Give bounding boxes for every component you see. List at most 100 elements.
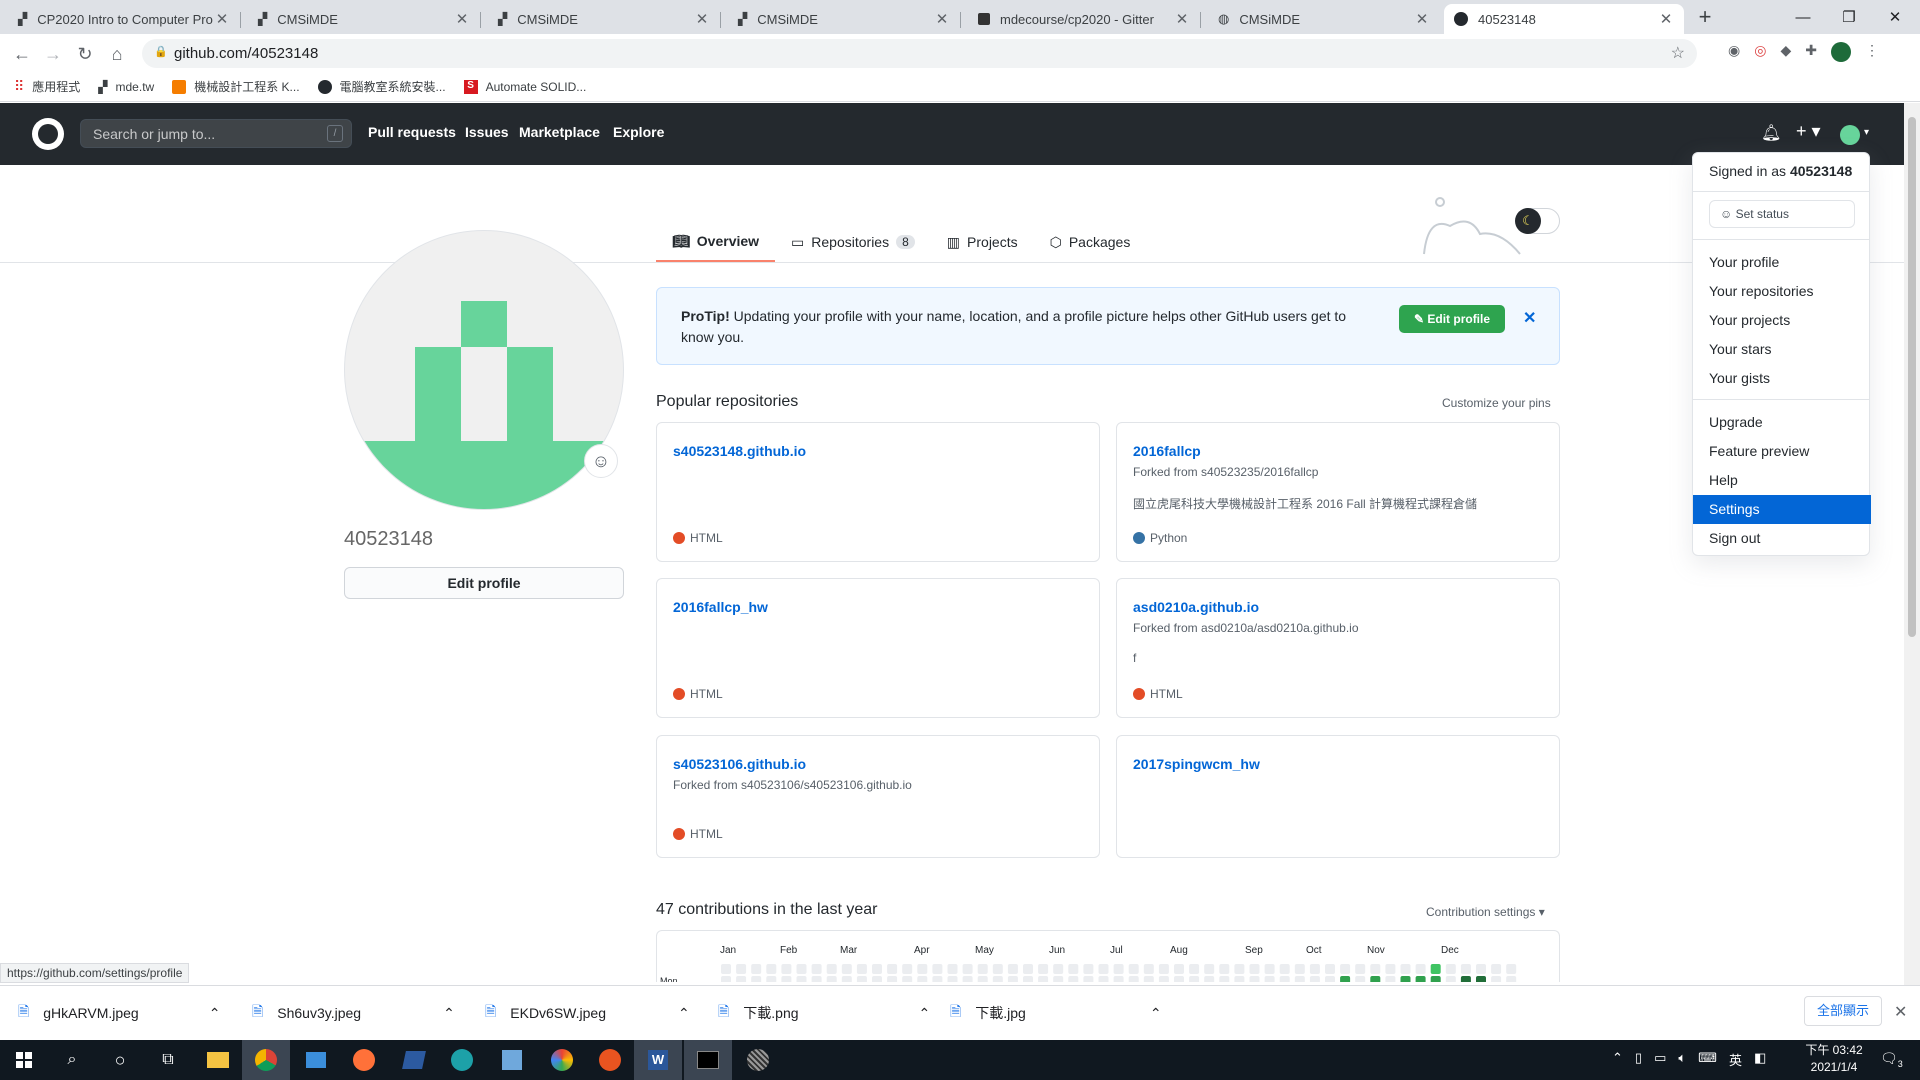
contribution-cell[interactable] (992, 976, 1003, 982)
new-tab-button[interactable]: + (1692, 4, 1718, 30)
contribution-cell[interactable] (917, 964, 928, 974)
back-button[interactable]: ← (10, 42, 34, 66)
contribution-cell[interactable] (1068, 964, 1079, 974)
windows-start-icon[interactable] (0, 1040, 48, 1080)
contribution-cell[interactable] (1143, 976, 1154, 982)
reload-button[interactable]: ↻ (73, 42, 97, 66)
contribution-cell[interactable] (1460, 976, 1471, 982)
contribution-cell[interactable] (1113, 976, 1124, 982)
tab-close-icon[interactable]: ✕ (1414, 10, 1430, 28)
download-item[interactable]: 🗎︎ EKDv6SW.jpeg ⌃ (485, 988, 690, 1038)
contribution-cell[interactable] (781, 964, 792, 974)
nav-explore[interactable]: Explore (613, 124, 664, 140)
contribution-cell[interactable] (1083, 964, 1094, 974)
menu-feature-preview[interactable]: Feature preview (1693, 437, 1871, 466)
bookmark-item[interactable]: 機械設計工程系 K... (172, 78, 300, 95)
contribution-cell[interactable] (736, 976, 747, 982)
customize-pins-link[interactable]: Customize your pins (1442, 396, 1551, 410)
contribution-cell[interactable] (1158, 964, 1169, 974)
show-all-downloads-button[interactable]: 全部顯示 (1804, 996, 1882, 1026)
repo-link[interactable]: 2016fallcp (1133, 443, 1201, 459)
volume-icon[interactable]: 🔈︎ (1678, 1050, 1686, 1069)
maximize-button[interactable]: ❐ (1826, 0, 1872, 34)
contribution-cell[interactable] (962, 976, 973, 982)
ime-mode-icon[interactable]: ◧ (1754, 1050, 1766, 1069)
tab-packages[interactable]: ⬡ Packages (1034, 222, 1147, 262)
repo-link[interactable]: s40523106.github.io (673, 756, 806, 772)
contribution-cell[interactable] (1249, 976, 1260, 982)
bell-icon[interactable]: 🔔︎ (1761, 123, 1781, 143)
contribution-cell[interactable] (1053, 976, 1064, 982)
menu-your-projects[interactable]: Your projects (1693, 306, 1871, 335)
contribution-cell[interactable] (917, 976, 928, 982)
menu-help[interactable]: Help (1693, 466, 1871, 495)
nav-issues[interactable]: Issues (465, 124, 509, 140)
contribution-cell[interactable] (1415, 964, 1426, 974)
contribution-cell[interactable] (902, 964, 913, 974)
chevron-up-icon[interactable]: ⌃ (678, 1005, 690, 1022)
contribution-cell[interactable] (1158, 976, 1169, 982)
close-icon[interactable]: ✕ (1894, 1002, 1907, 1022)
repo-link[interactable]: 2017spingwcm_hw (1133, 756, 1260, 772)
firefox-icon[interactable] (340, 1040, 388, 1080)
chevron-up-icon[interactable]: ⌃ (1612, 1050, 1623, 1069)
minimize-button[interactable]: — (1780, 0, 1826, 34)
contribution-cell[interactable] (1476, 964, 1486, 974)
bookmark-item[interactable]: ▞ mde.tw (98, 80, 154, 94)
close-icon[interactable]: ✕ (1523, 308, 1536, 328)
contribution-cell[interactable] (1264, 976, 1275, 982)
contribution-cell[interactable] (1023, 976, 1033, 982)
contribution-cell[interactable] (1053, 964, 1064, 974)
contribution-cell[interactable] (1038, 976, 1049, 982)
contribution-cell[interactable] (977, 976, 988, 982)
menu-settings[interactable]: Settings (1693, 495, 1871, 524)
contribution-cell[interactable] (1385, 964, 1396, 974)
scrollbar-thumb[interactable] (1908, 117, 1916, 637)
contribution-cell[interactable] (1385, 976, 1396, 982)
contribution-cell[interactable] (902, 976, 913, 982)
contribution-cell[interactable] (1007, 964, 1018, 974)
contribution-cell[interactable] (992, 964, 1003, 974)
ubuntu-icon[interactable] (586, 1040, 634, 1080)
contribution-cell[interactable] (1007, 976, 1018, 982)
contribution-cell[interactable] (811, 976, 822, 982)
contribution-cell[interactable] (1249, 964, 1260, 974)
cortana-icon[interactable]: ○ (96, 1040, 144, 1080)
bookmark-item[interactable]: S Automate SOLID... (463, 79, 586, 94)
close-window-button[interactable]: ✕ (1872, 0, 1918, 34)
contribution-cell[interactable] (1340, 976, 1351, 982)
browser-tab[interactable]: ▞ CMSiMDE ✕ (728, 4, 960, 34)
app-icon[interactable] (488, 1040, 536, 1080)
contribution-cell[interactable] (1445, 976, 1456, 982)
contribution-cell[interactable] (781, 976, 792, 982)
contribution-cell[interactable] (1279, 976, 1290, 982)
menu-sign-out[interactable]: Sign out (1693, 524, 1871, 553)
search-icon[interactable]: ⌕ (48, 1040, 96, 1080)
contribution-cell[interactable] (932, 976, 943, 982)
contribution-cell[interactable] (736, 964, 747, 974)
contribution-cell[interactable] (721, 964, 731, 974)
contribution-cell[interactable] (947, 976, 958, 982)
tab-repositories[interactable]: ▭ Repositories 8 (775, 222, 931, 262)
contribution-cell[interactable] (977, 964, 988, 974)
menu-upgrade[interactable]: Upgrade (1693, 408, 1871, 437)
repo-link[interactable]: s40523148.github.io (673, 443, 806, 459)
chevron-up-icon[interactable]: ⌃ (443, 1005, 455, 1022)
contribution-cell[interactable] (1294, 976, 1305, 982)
protip-edit-profile-button[interactable]: ✎ Edit profile (1399, 305, 1505, 333)
page-scrollbar[interactable] (1904, 103, 1920, 985)
browser-tab[interactable]: mdecourse/cp2020 - Gitter ✕ (968, 4, 1200, 34)
contribution-cell[interactable] (962, 964, 973, 974)
contribution-cell[interactable] (947, 964, 958, 974)
contribution-settings-dropdown[interactable]: Contribution settings ▾ (1426, 905, 1545, 919)
contribution-cell[interactable] (1098, 976, 1109, 982)
contribution-cell[interactable] (932, 964, 943, 974)
download-item[interactable]: 🗎︎ Sh6uv3y.jpeg ⌃ (252, 988, 455, 1038)
contribution-cell[interactable] (796, 976, 807, 982)
network-icon[interactable]: ▭ (1654, 1050, 1666, 1069)
contribution-cell[interactable] (826, 976, 837, 982)
contribution-cell[interactable] (1083, 976, 1094, 982)
app-icon[interactable] (538, 1040, 586, 1080)
contribution-cell[interactable] (1174, 964, 1184, 974)
keyboard-icon[interactable]: ⌨ (1698, 1050, 1717, 1069)
